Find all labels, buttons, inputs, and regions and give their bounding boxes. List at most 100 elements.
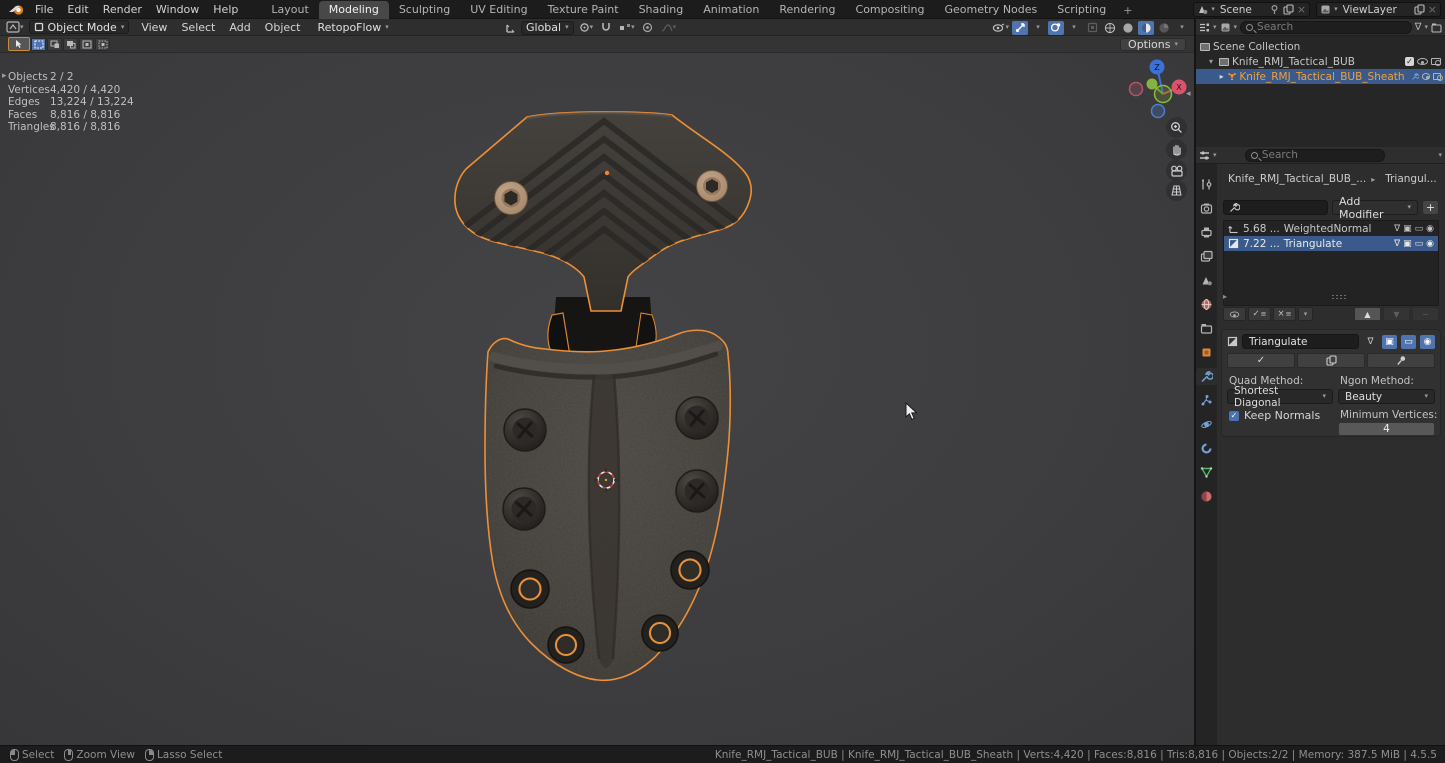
pivot-point-dropdown[interactable]: ▾ — [578, 21, 595, 35]
shading-wireframe-button[interactable] — [1102, 21, 1118, 35]
move-modifier-up-button[interactable]: ▲ — [1354, 307, 1381, 321]
chevron-down-icon[interactable]: ▾ — [1438, 152, 1442, 159]
modifier-row-triangulate[interactable]: 7.22 ... Triangulate ∇ ▣ ▭ ◉ — [1224, 236, 1438, 251]
extras-dropdown[interactable]: ▾ — [1298, 307, 1313, 321]
xray-toggle[interactable] — [1084, 21, 1100, 35]
list-resize-grip[interactable] — [1331, 294, 1347, 299]
shading-dropdown[interactable]: ▾ — [1174, 21, 1190, 35]
menu-file[interactable]: File — [28, 0, 60, 19]
tab-rendering[interactable]: Rendering — [769, 1, 845, 19]
vertex-group-filter-toggle[interactable]: ∇ — [1363, 335, 1378, 349]
editor-type-icon[interactable] — [6, 21, 20, 33]
toggle-visibility-batch-button[interactable] — [1223, 307, 1246, 321]
vertex-group-filter-icon[interactable]: ∇ — [1394, 239, 1400, 249]
active-tool-select-box[interactable] — [8, 37, 30, 51]
close-icon[interactable]: × — [1428, 3, 1437, 16]
tab-scripting[interactable]: Scripting — [1047, 1, 1116, 19]
new-collection-icon[interactable] — [1431, 22, 1442, 33]
overlays-dropdown[interactable]: ▾ — [1066, 21, 1082, 35]
editmode-display-icon[interactable]: ▣ — [1403, 239, 1412, 249]
properties-search-input[interactable] — [1262, 149, 1379, 161]
tab-shading[interactable]: Shading — [629, 1, 694, 19]
hide-eye-icon[interactable] — [1417, 58, 1428, 65]
viewlayer-selector[interactable]: ▾ ViewLayer × — [1316, 2, 1441, 17]
remove-all-button[interactable]: ×≡ — [1273, 307, 1296, 321]
apply-all-button[interactable]: ✓≡ — [1248, 307, 1271, 321]
outliner-row-scene-collection[interactable]: Scene Collection — [1196, 39, 1445, 54]
menu-select[interactable]: Select — [174, 21, 222, 34]
new-viewlayer-icon[interactable] — [1414, 4, 1425, 15]
pan-view-button[interactable] — [1166, 139, 1187, 160]
falloff-dropdown[interactable]: ▾ — [660, 21, 678, 35]
tab-object[interactable] — [1196, 344, 1217, 361]
tab-layout[interactable]: Layout — [261, 1, 318, 19]
quad-method-dropdown[interactable]: Shortest Diagonal ▾ — [1227, 389, 1333, 404]
add-workspace-button[interactable]: + — [1116, 2, 1139, 19]
tab-sculpting[interactable]: Sculpting — [389, 1, 460, 19]
outliner-editor-icon[interactable] — [1199, 22, 1210, 33]
tab-material[interactable] — [1196, 488, 1217, 505]
tab-modifiers[interactable] — [1196, 368, 1217, 385]
outliner-search[interactable] — [1240, 21, 1412, 34]
visibility-dropdown[interactable]: ▾ — [991, 21, 1010, 35]
realtime-display-icon[interactable]: ▭ — [1415, 224, 1424, 234]
outliner-row-collection[interactable]: ▾ Knife_RMJ_Tactical_BUB ✓ — [1196, 54, 1445, 69]
select-mode-intersect[interactable] — [95, 38, 110, 51]
duplicate-modifier-button[interactable] — [1297, 353, 1365, 368]
close-icon[interactable]: × — [1297, 3, 1306, 16]
realtime-display-icon[interactable]: ▭ — [1415, 239, 1424, 249]
proportional-editing-toggle[interactable] — [640, 21, 656, 35]
show-overlays-toggle[interactable] — [1048, 21, 1064, 35]
render-camera-icon[interactable] — [1431, 58, 1441, 65]
gizmo-dropdown[interactable]: ▾ — [1030, 21, 1046, 35]
viewport-3d[interactable]: ▾ Object Mode ▾ View Select Add Object R… — [0, 19, 1194, 745]
filter-icon[interactable]: ∇ — [1415, 22, 1422, 33]
menu-window[interactable]: Window — [149, 0, 206, 19]
shading-rendered-button[interactable] — [1156, 21, 1172, 35]
add-modifier-dropdown[interactable]: Add Modifier ▾ — [1332, 200, 1418, 215]
apply-modifier-button[interactable]: ✓ — [1227, 353, 1295, 368]
tab-scene[interactable] — [1196, 272, 1217, 289]
realtime-display-toggle[interactable]: ▭ — [1401, 335, 1416, 349]
move-modifier-down-button[interactable]: ▼ — [1383, 307, 1410, 321]
scene-name[interactable]: Scene — [1218, 4, 1266, 16]
menu-add[interactable]: Add — [222, 21, 257, 34]
modifier-search-field[interactable] — [1223, 200, 1328, 215]
properties-editor-icon[interactable] — [1199, 150, 1210, 161]
tab-render[interactable] — [1196, 200, 1217, 217]
expand-right-icon[interactable]: ▸ — [1218, 72, 1225, 81]
scene-selector[interactable]: ▾ Scene × — [1193, 2, 1310, 17]
select-mode-extend[interactable] — [47, 38, 62, 51]
shading-solid-button[interactable] — [1120, 21, 1136, 35]
select-mode-invert[interactable] — [79, 38, 94, 51]
menu-help[interactable]: Help — [206, 0, 245, 19]
collection-checkbox-icon[interactable]: ✓ — [1405, 57, 1414, 66]
min-vertices-field[interactable]: 4 — [1338, 422, 1435, 436]
menu-render[interactable]: Render — [96, 0, 149, 19]
tab-tool[interactable] — [1196, 176, 1217, 193]
orientation-dropdown[interactable]: Global ▾ — [521, 21, 574, 35]
viewlayer-name[interactable]: ViewLayer — [1341, 4, 1411, 16]
breadcrumb-object[interactable]: Knife_RMJ_Tactical_BUB_... — [1228, 173, 1366, 185]
perspective-toggle-button[interactable] — [1166, 180, 1187, 201]
hide-eye-icon[interactable] — [1422, 73, 1431, 80]
tab-physics[interactable] — [1196, 416, 1217, 433]
camera-view-button[interactable] — [1166, 160, 1187, 181]
render-display-icon[interactable]: ◉ — [1426, 239, 1434, 249]
menu-edit[interactable]: Edit — [60, 0, 95, 19]
tab-view-layer[interactable] — [1196, 248, 1217, 265]
display-mode-icon[interactable] — [1220, 22, 1231, 33]
snap-toggle[interactable] — [598, 21, 614, 35]
tab-modeling[interactable]: Modeling — [319, 1, 389, 19]
ngon-method-dropdown[interactable]: Beauty ▾ — [1338, 389, 1435, 404]
render-display-toggle[interactable]: ◉ — [1420, 335, 1435, 349]
tab-geometry-nodes[interactable]: Geometry Nodes — [934, 1, 1047, 19]
tab-compositing[interactable]: Compositing — [846, 1, 935, 19]
tab-collection-props[interactable] — [1196, 320, 1217, 337]
properties-search[interactable] — [1245, 149, 1385, 162]
vertex-group-filter-icon[interactable]: ∇ — [1394, 224, 1400, 234]
pin-icon[interactable] — [1269, 4, 1280, 15]
snap-target-dropdown[interactable]: ▾ — [618, 21, 636, 35]
add-modifier-plus-button[interactable]: + — [1422, 200, 1439, 215]
zoom-view-button[interactable] — [1166, 117, 1187, 138]
